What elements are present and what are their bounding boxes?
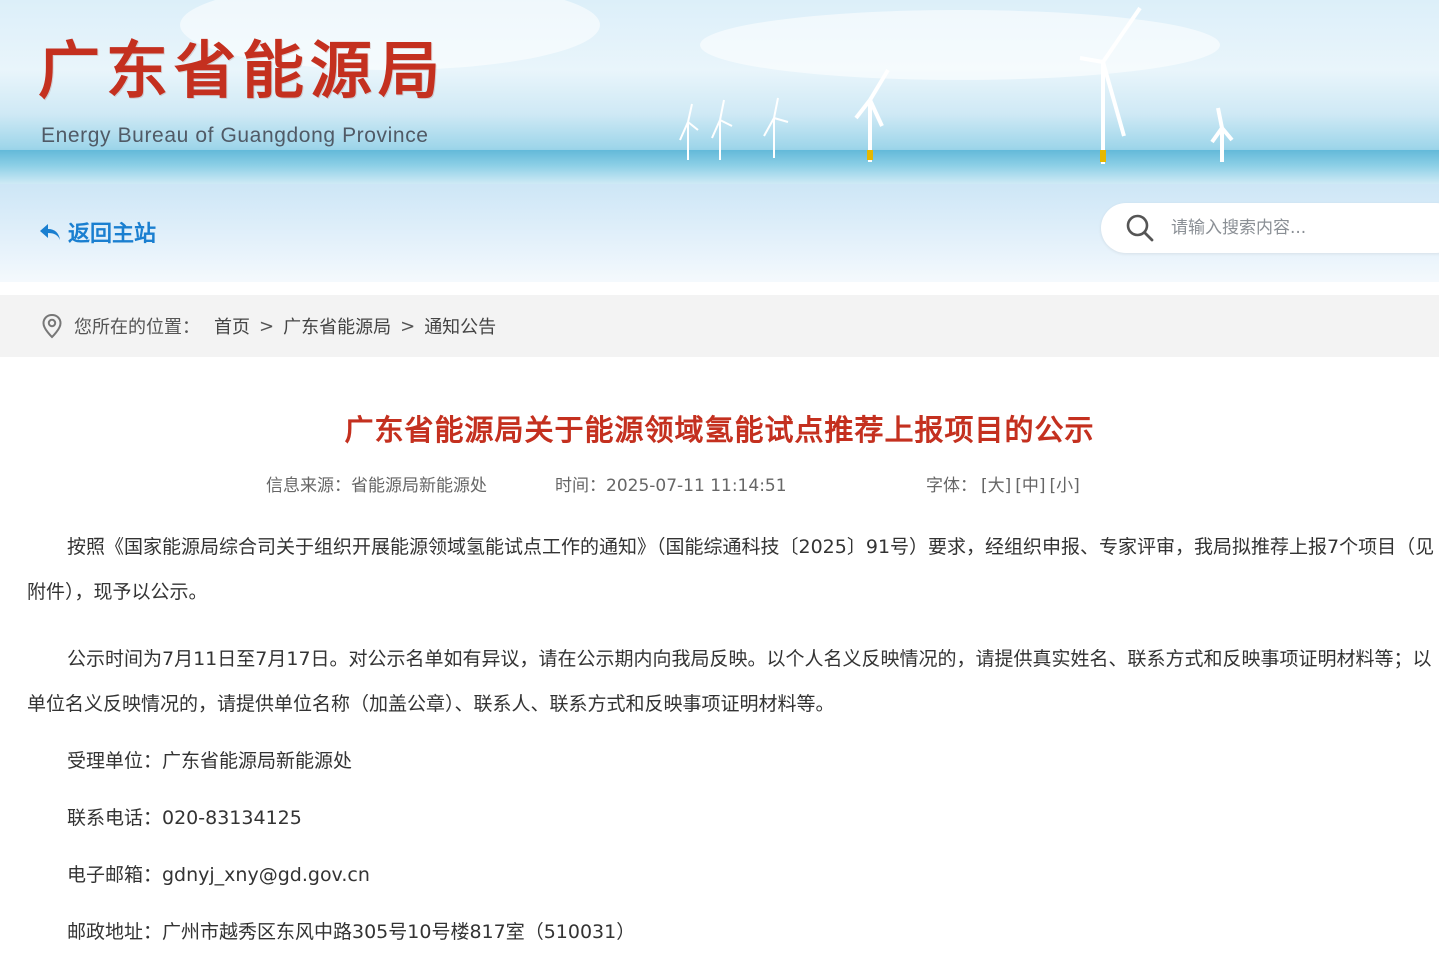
back-arrow-icon: [40, 224, 60, 240]
font-size-label: 字体：: [926, 476, 977, 496]
contact-email: 电子邮箱：gdnyj_xny@gd.gov.cn: [67, 864, 370, 886]
breadcrumb-energy-bureau[interactable]: 广东省能源局: [283, 313, 391, 339]
back-to-main-site-link[interactable]: 返回主站: [38, 216, 156, 248]
font-size-switcher: 字体： [大] [中] [小]: [926, 471, 1080, 496]
search-icon[interactable]: [1125, 213, 1155, 243]
article-time: 时间：2025-07-11 11:14:51: [555, 471, 787, 496]
time-value: 2025-07-11 11:14:51: [606, 476, 787, 496]
search-box: [1101, 203, 1439, 253]
font-size-medium-link[interactable]: [中]: [1015, 476, 1045, 496]
header-banner: 广东省能源局 Energy Bureau of Guangdong Provin…: [0, 0, 1439, 184]
breadcrumb-notices[interactable]: 通知公告: [424, 313, 496, 339]
article-body: 按照《国家能源局综合司关于组织开展能源领域氢能试点工作的通知》（国能综通科技〔2…: [0, 525, 1439, 955]
breadcrumb: 您所在的位置： 首页 > 广东省能源局 > 通知公告: [0, 295, 1439, 357]
search-input[interactable]: [1169, 213, 1429, 243]
location-pin-icon: [42, 313, 62, 339]
source-label: 信息来源：: [266, 476, 351, 496]
spacer: [0, 282, 1439, 295]
breadcrumb-separator: >: [259, 315, 275, 337]
time-label: 时间：: [555, 476, 606, 496]
font-size-small-link[interactable]: [小]: [1050, 476, 1080, 496]
nav-bar: 返回主站: [0, 184, 1439, 282]
article-meta: 信息来源：省能源局新能源处 时间：2025-07-11 11:14:51 字体：…: [0, 471, 1439, 501]
breadcrumb-prefix: 您所在的位置：: [74, 317, 200, 338]
article-paragraph: 公示时间为7月11日至7月17日。对公示名单如有异议，请在公示期内向我局反映。以…: [27, 648, 1432, 715]
contact-address: 邮政地址：广州市越秀区东风中路305号10号楼817室（510031）: [67, 921, 636, 943]
article-title: 广东省能源局关于能源领域氢能试点推荐上报项目的公示: [344, 413, 1095, 447]
source-value: 省能源局新能源处: [351, 476, 487, 496]
article-paragraph: 按照《国家能源局综合司关于组织开展能源领域氢能试点工作的通知》（国能综通科技〔2…: [27, 536, 1435, 603]
breadcrumb-home[interactable]: 首页: [214, 313, 250, 339]
article-source: 信息来源：省能源局新能源处: [266, 471, 487, 496]
contact-phone: 联系电话：020-83134125: [67, 807, 302, 829]
font-size-large-link[interactable]: [大]: [981, 476, 1011, 496]
contact-unit: 受理单位：广东省能源局新能源处: [67, 750, 353, 772]
site-title: 广东省能源局: [38, 34, 447, 107]
site-subtitle: Energy Bureau of Guangdong Province: [41, 124, 429, 147]
back-link-label: 返回主站: [68, 222, 157, 247]
breadcrumb-separator: >: [400, 315, 416, 337]
